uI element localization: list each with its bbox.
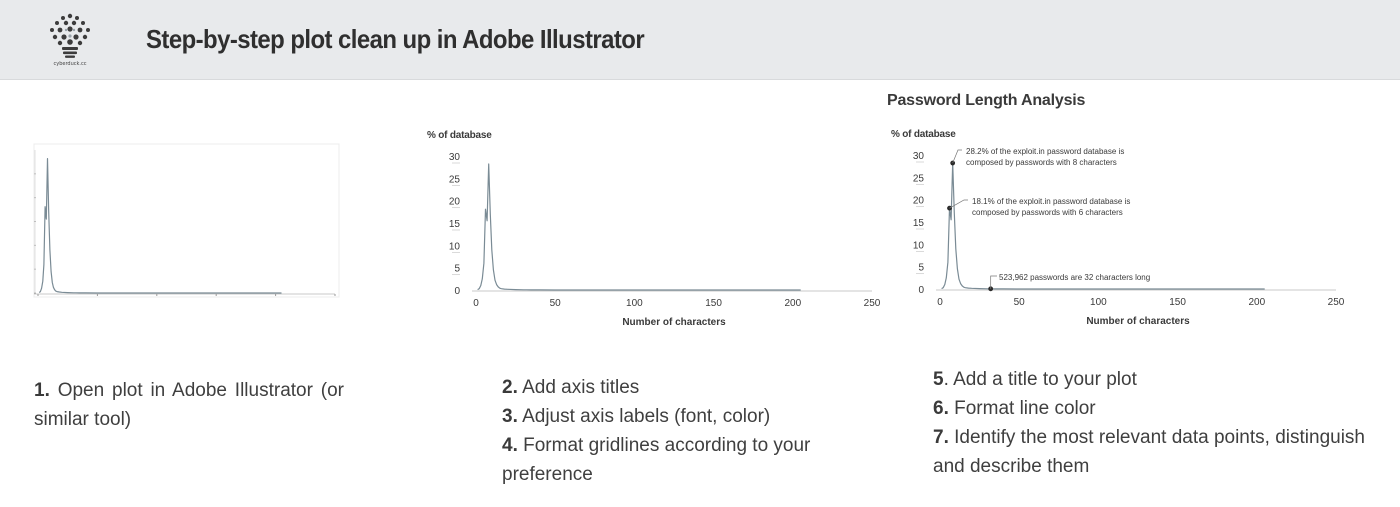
annotation-leader-line — [952, 149, 962, 164]
y-tick-label: 0 — [454, 286, 460, 297]
annotation-leader-line — [949, 199, 968, 209]
step-description: Format line color — [948, 398, 1096, 419]
highlight-point — [950, 160, 956, 166]
x-axis-title: Number of characters — [622, 317, 726, 328]
y-tick-label: 0 — [918, 285, 924, 296]
step-number: 7. — [933, 427, 949, 448]
step-1-text: 1. Open plot in Adobe Illustrator (or si… — [34, 376, 344, 434]
step-description: Open plot in Adobe Illustrator (or simil… — [34, 380, 344, 430]
x-tick-label: 100 — [1090, 297, 1107, 308]
step-number: 4. — [502, 435, 518, 456]
y-tick-label: 25 — [449, 174, 461, 185]
y-tick-label: 15 — [449, 219, 461, 230]
logo: cyberduck.cc — [40, 10, 100, 74]
y-tick-label: 10 — [913, 240, 925, 251]
step-description: Identify the most relevant data points, … — [933, 427, 1365, 477]
x-tick-label: 250 — [864, 298, 881, 309]
chart-axes: % of database Number of characters 0 50 10… — [427, 130, 881, 328]
step-description: . Add a title to your plot — [943, 369, 1137, 390]
y-tick-label: 30 — [449, 152, 461, 163]
step-4: 4. Format gridlines according to your pr… — [502, 431, 902, 489]
lightbulb-logo-icon — [50, 13, 90, 58]
annotation-peak-6-line2: composed by passwords with 6 characters — [972, 208, 1123, 217]
logo-text: cyberduck.cc — [53, 61, 87, 67]
y-tick-label: 20 — [913, 196, 925, 207]
step-3: 3. Adjust axis labels (font, color) — [502, 402, 902, 431]
series-line — [941, 162, 1265, 290]
annotation-32-chars: 523,962 passwords are 32 characters long — [999, 273, 1150, 282]
chart-raw — [33, 143, 340, 298]
chart-title: Password Length Analysis — [887, 92, 1086, 109]
step-number: 5 — [933, 369, 944, 390]
y-tick-label: 15 — [913, 218, 925, 229]
step-6: 6. Format line color — [933, 394, 1373, 423]
step-description: Format gridlines according to your prefe… — [502, 435, 811, 485]
step-number: 6. — [933, 398, 949, 419]
x-tick-label: 200 — [784, 298, 801, 309]
y-axis-title: % of database — [427, 130, 492, 141]
chart-panel-raw — [30, 140, 342, 302]
page-title: Step-by-step plot clean up in Adobe Illu… — [146, 24, 645, 54]
y-tick-label: 20 — [449, 197, 461, 208]
step-2: 2. Add axis titles — [502, 373, 902, 402]
series-line — [38, 158, 282, 294]
x-tick-label: 50 — [550, 298, 562, 309]
x-tick-label: 250 — [1328, 297, 1345, 308]
header-bar: cyberduck.cc Step-by-step plot clean up … — [0, 0, 1400, 80]
steps-2-4-text: 2. Add axis titles 3. Adjust axis labels… — [502, 373, 902, 489]
y-axis-title: % of database — [891, 129, 956, 140]
x-tick-label: 0 — [473, 298, 479, 309]
chart-panel-axes: % of database Number of characters 0 50 10… — [420, 124, 890, 334]
x-tick-label: 150 — [705, 298, 722, 309]
x-tick-label: 100 — [626, 298, 643, 309]
plot-frame — [33, 143, 340, 298]
chart-panel-final: Password Length Analysis % of database N… — [880, 86, 1360, 336]
step-description: Adjust axis labels (font, color) — [517, 406, 771, 427]
y-tick-label: 10 — [449, 241, 461, 252]
y-tick-label: 30 — [913, 151, 925, 162]
annotation-peak-8-line2: composed by passwords with 8 characters — [966, 158, 1117, 167]
x-tick-label: 0 — [937, 297, 943, 308]
step-5: 5. Add a title to your plot — [933, 365, 1373, 394]
annotation-peak-8-line1: 28.2% of the exploit.in password databas… — [966, 147, 1124, 156]
steps-5-7-text: 5. Add a title to your plot 6. Format li… — [933, 365, 1373, 481]
x-tick-label: 50 — [1014, 297, 1026, 308]
step-number: 3. — [502, 406, 518, 427]
step-7: 7. Identify the most relevant data point… — [933, 423, 1373, 481]
x-tick-label: 150 — [1169, 297, 1186, 308]
chart-final: Password Length Analysis % of database N… — [887, 92, 1345, 327]
x-axis-title: Number of characters — [1086, 316, 1190, 327]
y-tick-label: 5 — [454, 264, 460, 275]
y-tick-label: 25 — [913, 173, 925, 184]
step-number: 1. — [34, 380, 50, 401]
step-number: 2. — [502, 377, 518, 398]
annotation-peak-6-line1: 18.1% of the exploit.in password databas… — [972, 197, 1130, 206]
step-description: Add axis titles — [517, 377, 640, 398]
y-tick-label: 5 — [918, 263, 924, 274]
series-line — [477, 163, 801, 291]
x-tick-label: 200 — [1248, 297, 1265, 308]
